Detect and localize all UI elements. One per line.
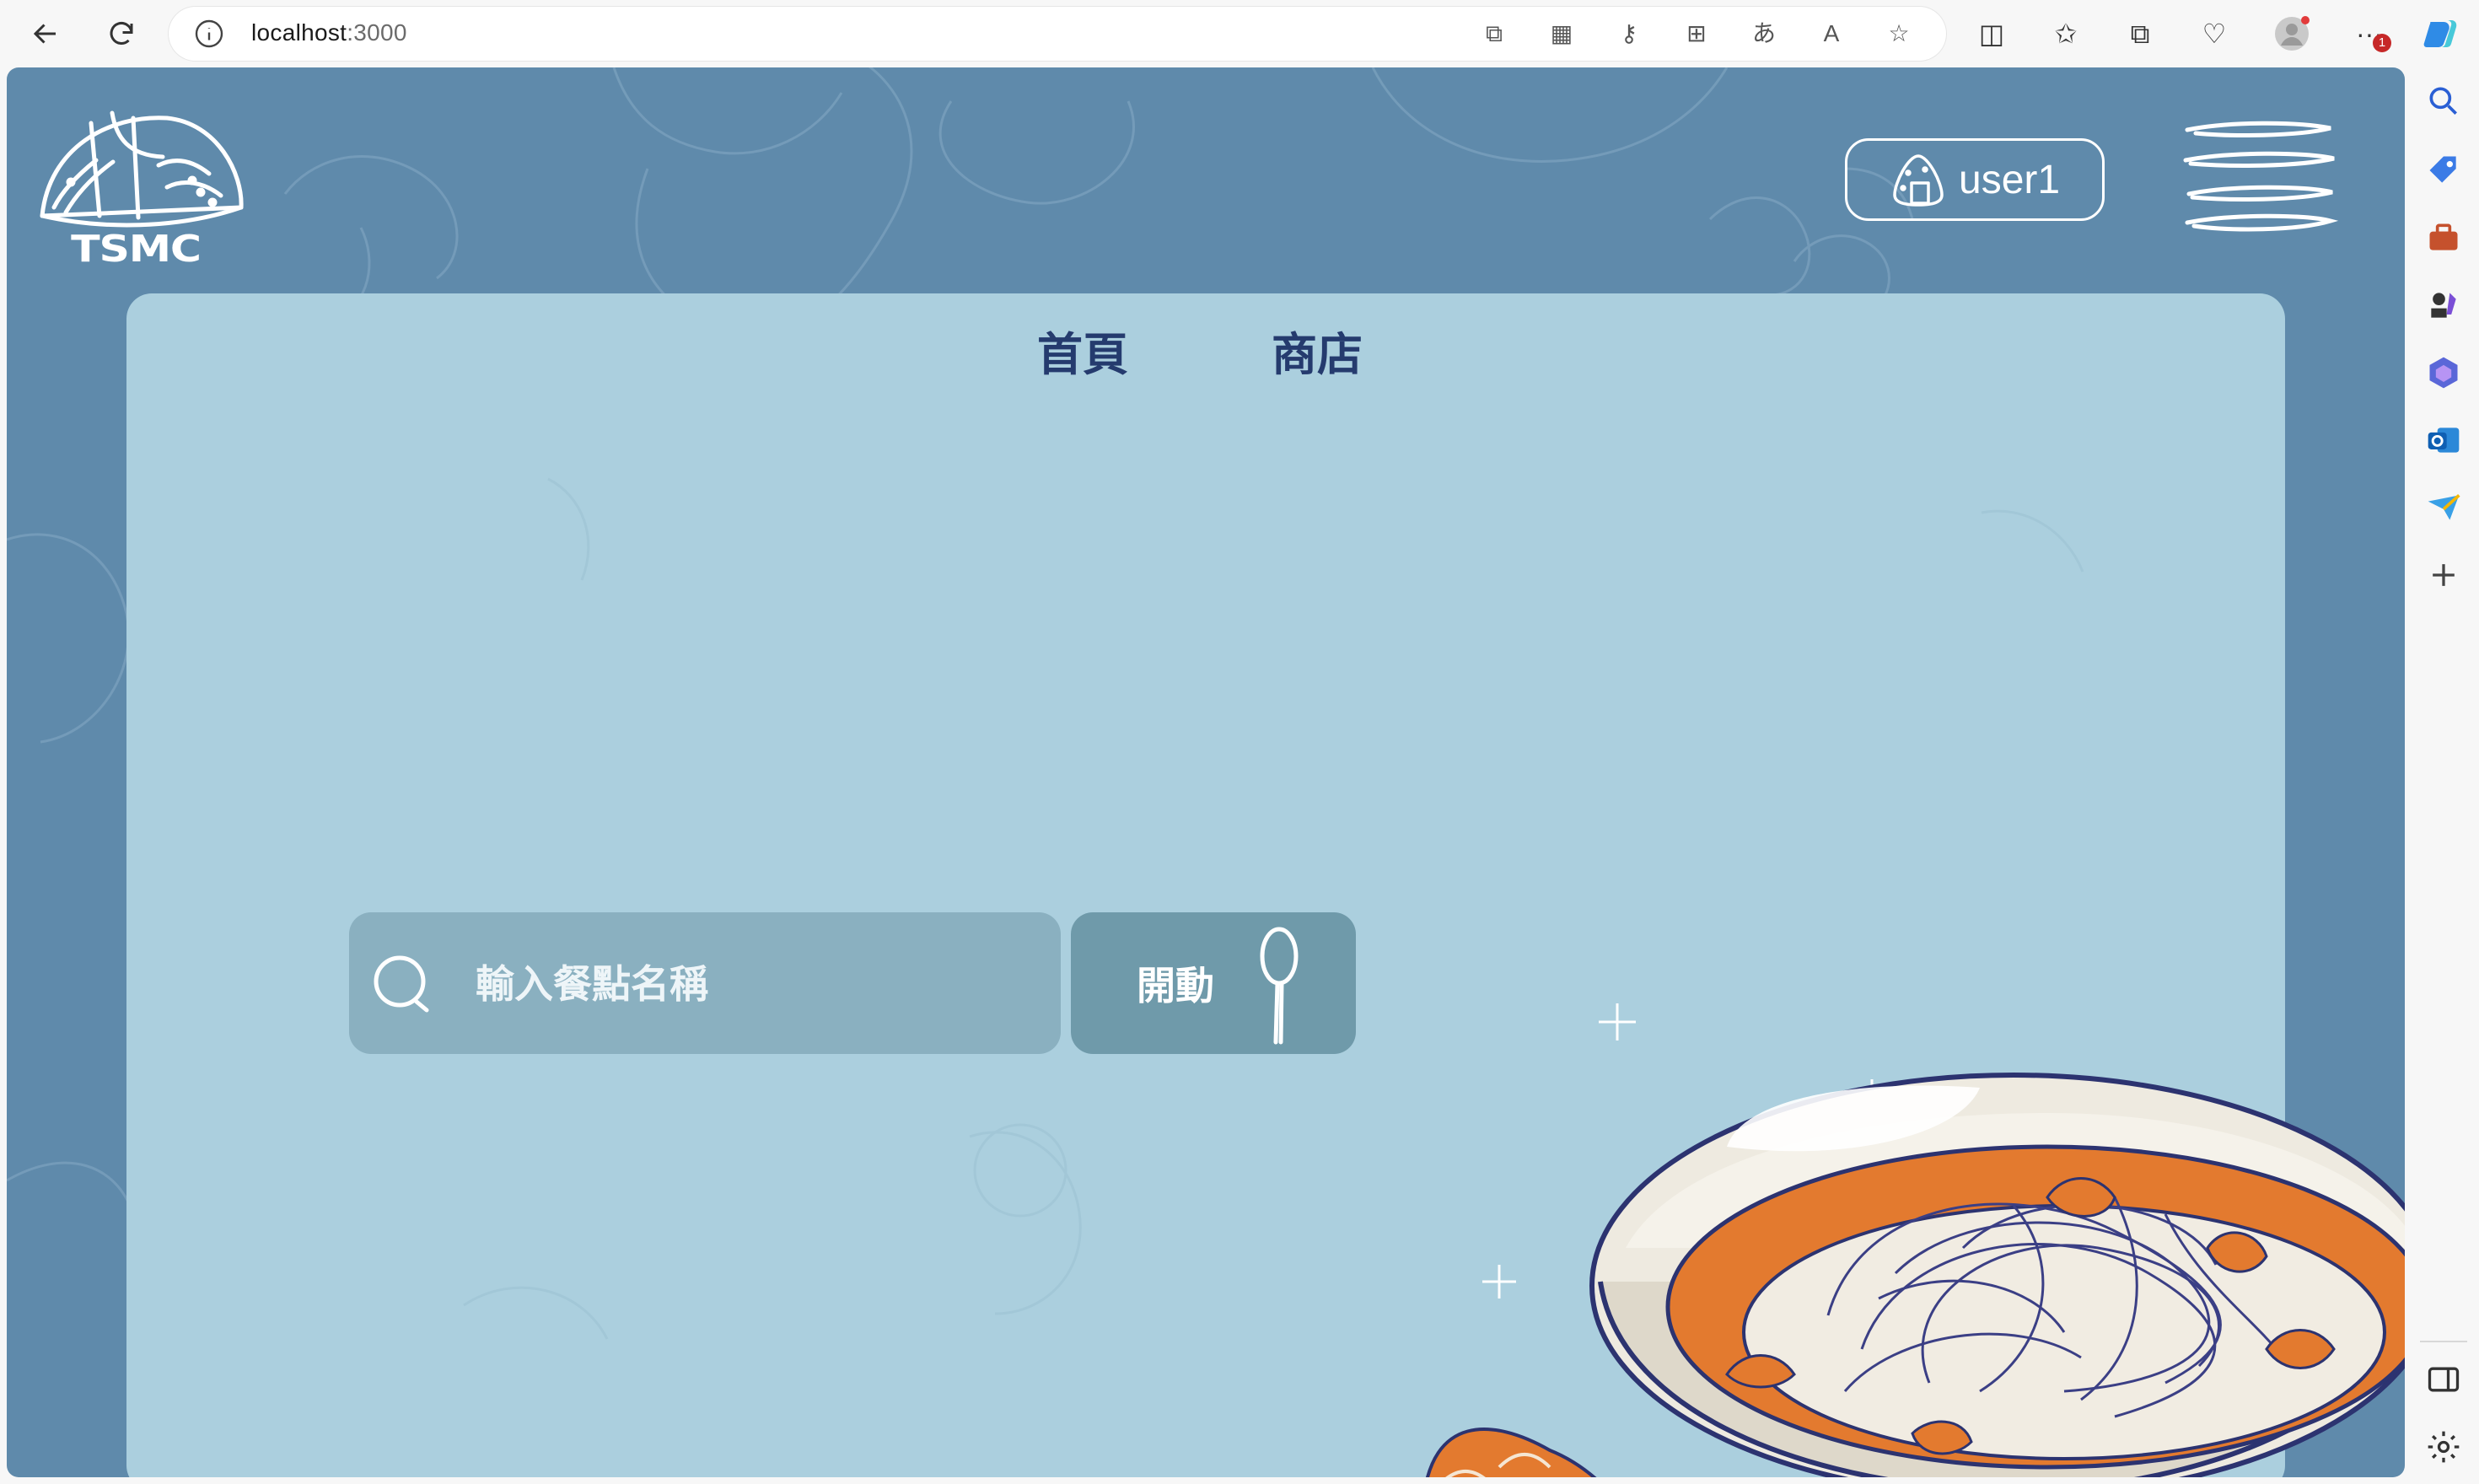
microsoft365-icon[interactable]	[2425, 354, 2462, 391]
app-available-icon[interactable]: ⧉	[1481, 20, 1508, 47]
avatar-icon	[2275, 16, 2310, 51]
address-url: localhost:3000	[251, 19, 407, 46]
read-aloud-icon[interactable]: A	[1818, 20, 1845, 47]
hide-sidebar-icon[interactable]	[2425, 1361, 2462, 1398]
notification-badge: 1	[2373, 34, 2391, 52]
info-icon	[195, 19, 223, 48]
outlook-icon[interactable]	[2425, 422, 2462, 459]
extensions-grid-icon[interactable]: ⊞	[1683, 20, 1710, 47]
refresh-button[interactable]	[98, 10, 145, 57]
address-bar[interactable]: localhost:3000 ⧉ ▦ ⚷ ⊞ あ A ☆	[169, 7, 1946, 61]
back-arrow-icon	[33, 24, 56, 44]
copilot-icon[interactable]	[2422, 15, 2459, 52]
search-submit-button[interactable]: 開動	[1071, 912, 1356, 1054]
split-screen-icon[interactable]: ◫	[1973, 15, 2010, 52]
hamburger-menu-icon[interactable]	[2179, 118, 2339, 236]
qr-code-icon[interactable]: ▦	[1548, 20, 1575, 47]
sidebar-divider	[2420, 1341, 2467, 1342]
url-host: localhost	[251, 19, 347, 46]
favorites-icon[interactable]: ✩	[2047, 15, 2084, 52]
user-account-button[interactable]: user1	[1845, 138, 2105, 221]
back-button[interactable]	[22, 10, 69, 57]
main-nav: 首頁 商店	[1037, 317, 1363, 384]
search-box[interactable]	[349, 912, 1061, 1054]
user-name: user1	[1959, 157, 2061, 202]
edge-sidebar	[2408, 67, 2479, 1484]
noodle-bowl-illustration	[1426, 1003, 2405, 1477]
password-key-icon[interactable]: ⚷	[1616, 20, 1643, 47]
favorite-star-icon[interactable]: ☆	[1885, 20, 1912, 47]
onigiri-icon	[1893, 154, 1944, 207]
search-icon	[374, 955, 429, 1013]
add-sidebar-app-icon[interactable]	[2425, 556, 2462, 594]
copilot-logo-icon	[2423, 20, 2457, 47]
tools-briefcase-icon[interactable]	[2425, 219, 2462, 256]
refresh-icon	[110, 22, 133, 45]
browser-toolbar: localhost:3000 ⧉ ▦ ⚷ ⊞ あ A ☆ ◫ ✩ ⧉ ♡ ···…	[0, 0, 2479, 67]
logo-text: TSMC	[71, 228, 202, 271]
browser-essentials-icon[interactable]: ♡	[2196, 15, 2233, 52]
shopping-tag-icon[interactable]	[2425, 152, 2462, 189]
spoon-icon	[1260, 927, 1299, 1045]
nav-shop-link[interactable]: 商店	[1272, 317, 1363, 384]
profile-avatar[interactable]	[2273, 15, 2310, 52]
settings-gear-icon[interactable]	[2425, 1428, 2462, 1465]
fried-side-icon	[1426, 1428, 1597, 1477]
url-port: :3000	[347, 19, 407, 46]
search-submit-label: 開動	[1137, 963, 1214, 1008]
nav-home-link[interactable]: 首頁	[1037, 317, 1128, 384]
collections-icon[interactable]: ⧉	[2121, 15, 2159, 52]
search-input[interactable]	[476, 946, 1032, 1022]
send-drop-icon[interactable]	[2425, 489, 2462, 526]
web-page: TSMC user1 首頁 商店 輸入餐點名稱 開動	[7, 67, 2405, 1477]
games-chess-icon[interactable]	[2425, 287, 2462, 324]
translate-icon[interactable]: あ	[1750, 20, 1777, 47]
search-sidebar-icon[interactable]	[2425, 83, 2462, 120]
